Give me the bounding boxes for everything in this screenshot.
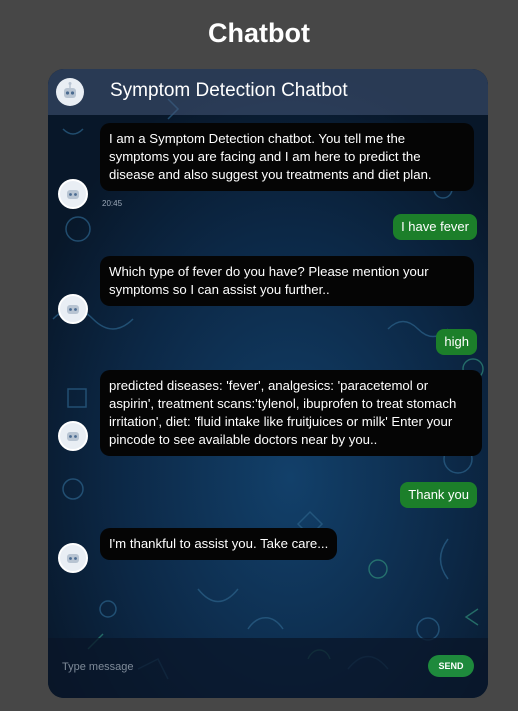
bot-message-text: I am a Symptom Detection chatbot. You te… (109, 131, 432, 182)
chat-header: Symptom Detection Chatbot (48, 69, 488, 115)
page-title: Chatbot (208, 18, 310, 48)
bot-message: I'm thankful to assist you. Take care... (100, 528, 338, 560)
bot-message: I am a Symptom Detection chatbot. You te… (100, 123, 474, 191)
chat-header-title: Symptom Detection Chatbot (110, 80, 348, 101)
robot-avatar-icon (58, 421, 88, 451)
bot-message: Which type of fever do you have? Please … (100, 256, 474, 306)
robot-avatar-icon (56, 78, 84, 106)
send-button[interactable]: SEND (428, 655, 474, 677)
message-timestamp: 20:45 (102, 199, 123, 208)
message-input[interactable] (60, 656, 364, 678)
chat-window: Symptom Detection Chatbot I am a Symptom… (48, 69, 488, 698)
user-message: Thank you (400, 482, 477, 508)
robot-avatar-icon (58, 179, 88, 209)
bot-message-text: predicted diseases: 'fever', analgesics:… (109, 378, 457, 447)
bot-message-text: Which type of fever do you have? Please … (109, 264, 429, 297)
user-message: high (436, 329, 477, 355)
robot-avatar-icon (58, 543, 88, 573)
message-input-bar: SEND (48, 638, 488, 698)
robot-avatar-icon (58, 294, 88, 324)
bot-message: predicted diseases: 'fever', analgesics:… (100, 370, 482, 456)
bot-message-text: I'm thankful to assist you. Take care... (109, 536, 329, 551)
user-message: I have fever (393, 214, 477, 240)
